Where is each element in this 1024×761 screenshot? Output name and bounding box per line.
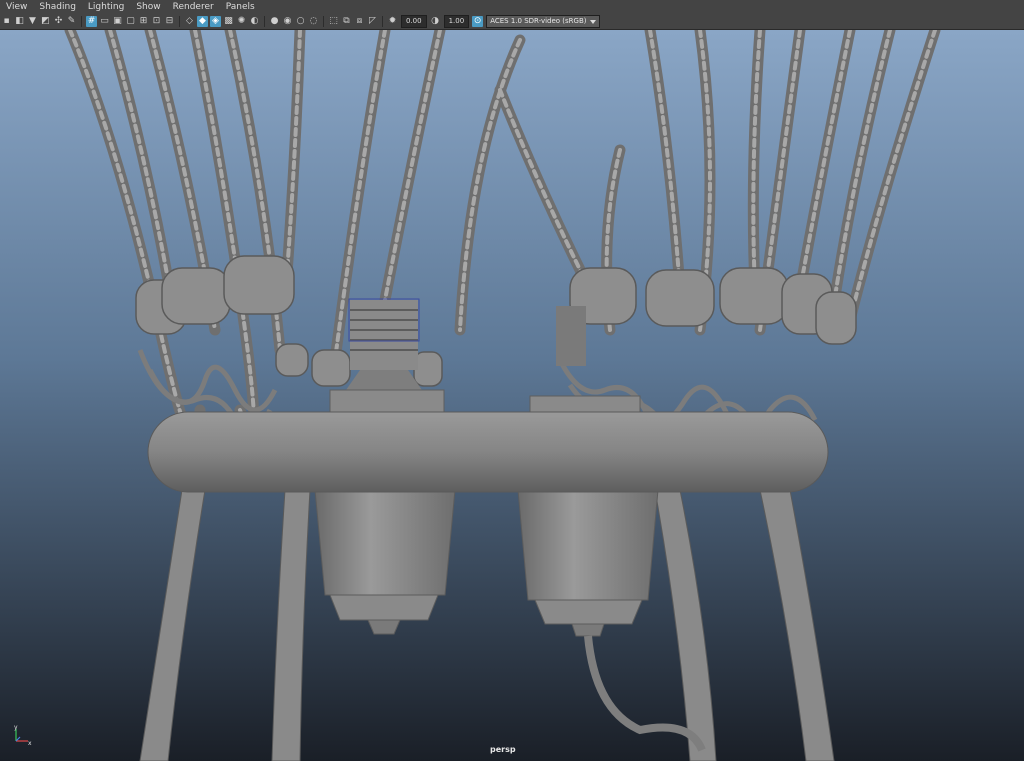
camera-icon[interactable]: ▪ xyxy=(1,16,12,27)
color-management-toggle-icon[interactable]: ⊙ xyxy=(472,16,484,27)
anti-aliasing-icon[interactable]: ○ xyxy=(295,16,306,27)
gate-mask-icon[interactable]: ▢ xyxy=(125,16,136,27)
field-chart-icon[interactable]: ⊞ xyxy=(138,16,149,27)
bookmark-icon[interactable]: ▼ xyxy=(27,16,38,27)
xray-joints-icon[interactable]: ⧈ xyxy=(354,16,365,27)
textured-icon[interactable]: ▩ xyxy=(223,16,234,27)
toolbar-separator xyxy=(264,16,265,27)
toolbar-separator xyxy=(382,16,383,27)
exposure-field[interactable]: 0.00 xyxy=(401,15,427,28)
pan-zoom-icon[interactable]: ✣ xyxy=(53,16,64,27)
toolbar-separator xyxy=(179,16,180,27)
axis-gizmo-icon: y x xyxy=(14,724,32,747)
safe-title-icon[interactable]: ⊟ xyxy=(164,16,175,27)
wireframe-icon[interactable]: ◇ xyxy=(184,16,195,27)
menu-show[interactable]: Show xyxy=(130,0,166,14)
depth-of-field-icon[interactable]: ◌ xyxy=(308,16,319,27)
isolate-select-icon[interactable]: ⬚ xyxy=(328,16,339,27)
viewport-menu-bar: View Shading Lighting Show Renderer Pane… xyxy=(0,0,1024,14)
smooth-shade-icon[interactable]: ◆ xyxy=(197,16,208,27)
toolbar-separator xyxy=(81,16,82,27)
persp-viewport[interactable] xyxy=(0,30,1024,761)
toolbar-separator xyxy=(323,16,324,27)
film-gate-icon[interactable]: ▭ xyxy=(99,16,110,27)
wireframe-on-shaded-icon[interactable]: ◈ xyxy=(210,16,221,27)
resolution-gate-icon[interactable]: ▣ xyxy=(112,16,123,27)
menu-shading[interactable]: Shading xyxy=(33,0,82,14)
axis-x-label: x xyxy=(28,740,32,747)
grid-icon[interactable]: # xyxy=(86,16,97,27)
chevron-down-icon[interactable] xyxy=(590,19,597,24)
menu-lighting[interactable]: Lighting xyxy=(82,0,130,14)
ambient-occlusion-icon[interactable]: ● xyxy=(269,16,280,27)
safe-action-icon[interactable]: ⊡ xyxy=(151,16,162,27)
gamma-field[interactable]: 1.00 xyxy=(443,15,470,28)
shadows-icon[interactable]: ◐ xyxy=(249,16,260,27)
scene-render xyxy=(0,30,1024,761)
color-management-dropdown[interactable]: ACES 1.0 SDR-video (sRGB) xyxy=(486,15,601,28)
viewport-toolbar: ▪ ◧ ▼ ◩ ✣ ✎ # ▭ ▣ ▢ ⊞ ⊡ ⊟ ◇ ◆ ◈ ▩ ✺ ◐ ● … xyxy=(0,14,1024,30)
image-plane-icon[interactable]: ◩ xyxy=(40,16,51,27)
exposure-icon[interactable]: ✹ xyxy=(387,16,398,27)
backface-culling-icon[interactable]: ◸ xyxy=(367,16,378,27)
gamma-icon[interactable]: ◑ xyxy=(430,16,441,27)
axis-y-label: y xyxy=(14,724,18,731)
motion-blur-icon[interactable]: ◉ xyxy=(282,16,293,27)
grease-pencil-icon[interactable]: ✎ xyxy=(66,16,77,27)
camera-name-label: persp xyxy=(490,745,516,754)
xray-icon[interactable]: ⧉ xyxy=(341,16,352,27)
menu-renderer[interactable]: Renderer xyxy=(167,0,220,14)
camera-attributes-icon[interactable]: ◧ xyxy=(14,16,25,27)
menu-panels[interactable]: Panels xyxy=(220,0,261,14)
menu-view[interactable]: View xyxy=(0,0,33,14)
lights-icon[interactable]: ✺ xyxy=(236,16,247,27)
